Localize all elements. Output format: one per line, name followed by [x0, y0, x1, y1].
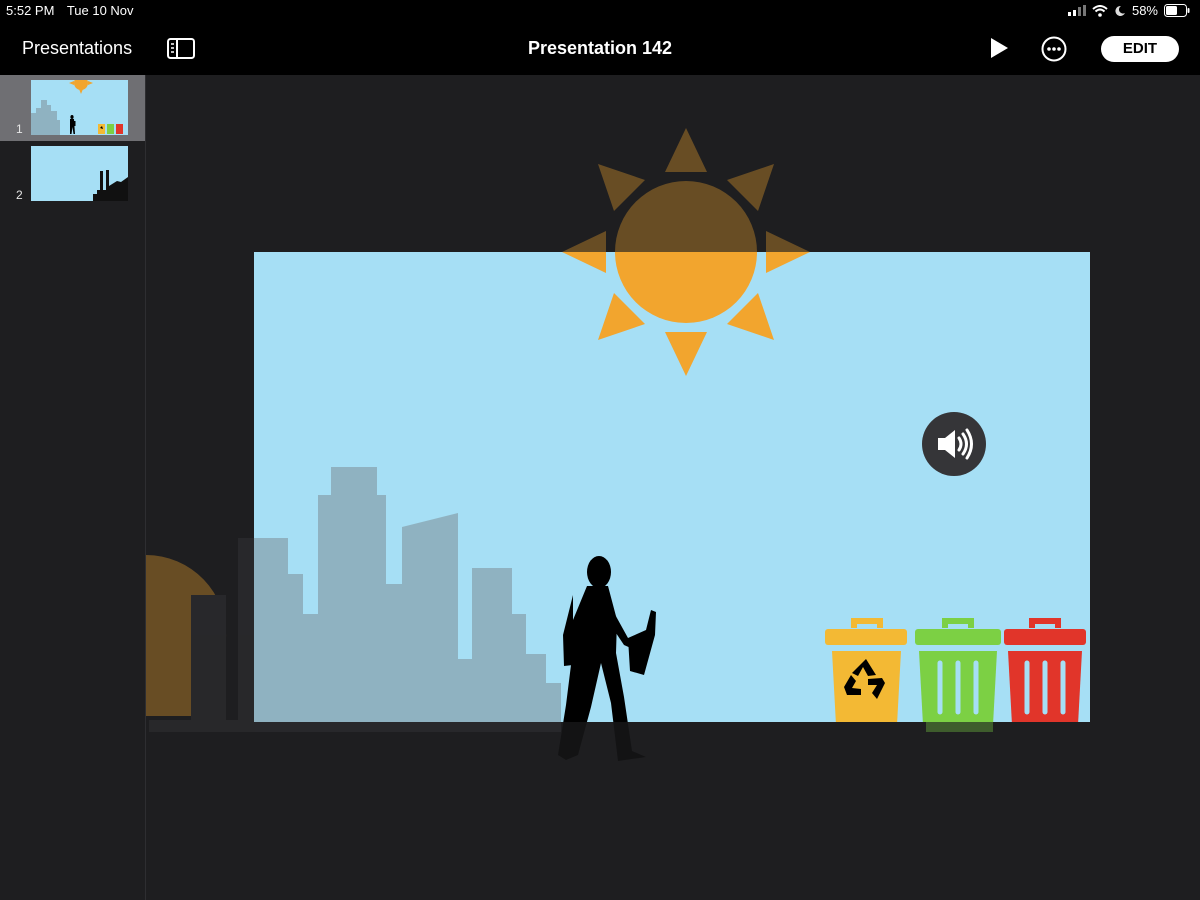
- speaker-icon: [938, 428, 973, 460]
- city-skyline[interactable]: [238, 467, 561, 722]
- do-not-disturb-moon-icon: [1115, 5, 1125, 16]
- edit-button[interactable]: EDIT: [1101, 36, 1179, 62]
- status-time: 5:52 PM: [6, 3, 55, 18]
- slide-scene: [146, 128, 1086, 761]
- slide-1-preview: [31, 80, 128, 135]
- nav-bar: Presentations Presentation 142 EDIT: [0, 22, 1200, 75]
- green-bin[interactable]: [915, 618, 1001, 725]
- slide-2-preview: [31, 146, 128, 201]
- slide-number: 2: [16, 188, 23, 202]
- battery-icon: [1164, 4, 1190, 17]
- red-bin[interactable]: [1004, 618, 1086, 725]
- yellow-recycling-bin[interactable]: [825, 618, 907, 725]
- battery-percent: 58%: [1131, 3, 1158, 18]
- presentations-back-button[interactable]: Presentations: [22, 38, 132, 59]
- more-options-icon[interactable]: [1041, 36, 1067, 62]
- sidebar-toggle-icon[interactable]: [167, 38, 195, 60]
- slide-thumbnail-1[interactable]: 1: [0, 75, 145, 141]
- status-date: Tue 10 Nov: [66, 3, 134, 18]
- slide-navigator: 1 2: [0, 75, 146, 900]
- play-icon[interactable]: [988, 36, 1010, 60]
- audio-play-button[interactable]: [922, 412, 986, 476]
- slide-number: 1: [16, 122, 23, 136]
- slide-thumbnail-2[interactable]: 2: [0, 141, 145, 207]
- slide-canvas: [146, 75, 1200, 900]
- status-bar: 5:52 PM Tue 10 Nov 58%: [0, 0, 1200, 22]
- cellular-signal-icon: [1067, 5, 1086, 16]
- wifi-icon: [1092, 4, 1108, 17]
